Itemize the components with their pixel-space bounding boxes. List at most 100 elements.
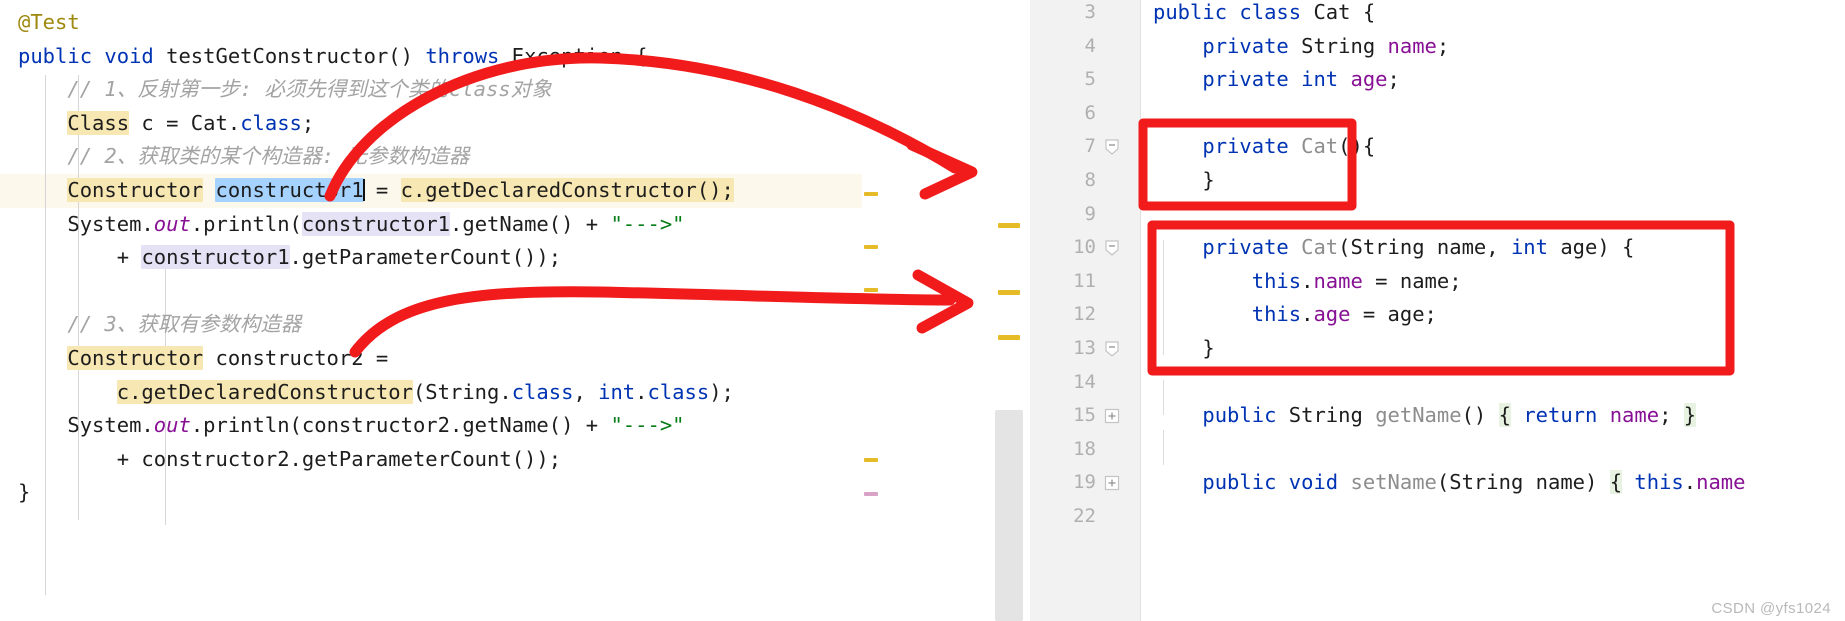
code-line[interactable] <box>1141 500 1202 534</box>
code-token: c.getDeclaredConstructor(); <box>400 178 734 202</box>
right-code-wrap[interactable]: public class Cat { private String name; … <box>1141 0 1845 621</box>
line-number[interactable]: 3 <box>1036 0 1096 30</box>
screenshot-root: @Test public void testGetConstructor() th… <box>0 0 1845 621</box>
code-token: void <box>104 43 154 68</box>
fold-collapse-icon[interactable] <box>1102 339 1122 359</box>
code-line[interactable]: } <box>1141 164 1214 198</box>
code-line[interactable]: System.out.println(constructor2.getName(… <box>0 409 685 443</box>
code-token: class <box>1239 0 1302 24</box>
gutter-change-marker[interactable] <box>864 192 878 196</box>
code-line[interactable]: Constructor constructor2 = <box>0 342 388 376</box>
code-line[interactable]: c.getDeclaredConstructor(String.class, i… <box>0 376 734 410</box>
code-token: getName <box>1375 403 1462 428</box>
right-line-number-gutter[interactable]: 3 4 5 6 7 8 9 10 11 12 13 14 15 18 19 22 <box>1030 0 1141 621</box>
gutter-change-marker[interactable] <box>998 335 1020 340</box>
vertical-scrollbar-thumb[interactable] <box>995 410 1023 621</box>
code-line[interactable]: Class c = Cat.class; <box>0 107 314 141</box>
code-token: testGetConstructor <box>166 43 389 68</box>
gutter-change-marker[interactable] <box>864 245 878 249</box>
code-line[interactable] <box>0 275 67 309</box>
code-line[interactable]: // 3、获取有参数构造器 <box>0 308 301 342</box>
code-token: . <box>635 379 648 404</box>
code-token: ; <box>301 110 315 135</box>
fold-expand-icon[interactable] <box>1102 406 1122 426</box>
code-line[interactable]: public void setName(String name) { this.… <box>1141 466 1745 500</box>
code-token: throws <box>425 43 500 68</box>
code-token: name <box>1313 268 1363 293</box>
gutter-change-marker[interactable] <box>864 492 878 496</box>
code-token: Constructor <box>67 178 204 202</box>
line-number[interactable]: 5 <box>1036 63 1096 97</box>
code-line[interactable]: System.out.println(constructor1.getName(… <box>0 208 685 242</box>
code-line[interactable] <box>1141 366 1202 400</box>
left-code-editor[interactable]: @Test public void testGetConstructor() th… <box>0 0 862 621</box>
fold-collapse-icon[interactable] <box>1102 238 1122 258</box>
code-line[interactable]: public void testGetConstructor() throws … <box>0 40 648 74</box>
code-token: "--->" <box>610 211 685 236</box>
line-number[interactable]: 22 <box>1036 500 1096 534</box>
code-token: { <box>1609 470 1623 495</box>
gutter-change-marker[interactable] <box>998 290 1020 295</box>
code-line[interactable] <box>1141 433 1202 467</box>
right-marker-strip[interactable] <box>880 0 1030 621</box>
line-number[interactable]: 10 <box>1036 231 1096 265</box>
code-line[interactable]: private Cat(String name, int age) { <box>1141 231 1634 265</box>
line-number[interactable]: 8 <box>1036 164 1096 198</box>
gutter-change-marker[interactable] <box>864 458 878 462</box>
gutter-change-marker[interactable] <box>864 288 878 292</box>
code-token: name <box>1436 235 1487 260</box>
code-line[interactable]: } <box>0 476 30 510</box>
right-code-editor[interactable]: 3 4 5 6 7 8 9 10 11 12 13 14 15 18 19 22 public class C… <box>880 0 1845 621</box>
code-line[interactable]: this.name = name; <box>1141 265 1462 299</box>
code-token: "--->" <box>610 413 685 438</box>
code-token: } <box>1202 336 1215 360</box>
code-token: () <box>1461 403 1499 428</box>
code-line[interactable]: public class Cat { <box>1141 0 1375 30</box>
line-number[interactable]: 9 <box>1036 198 1096 232</box>
code-token: = age; <box>1350 302 1437 327</box>
line-number[interactable]: 7 <box>1036 130 1096 164</box>
code-token: // 3、获取有参数构造器 <box>67 312 302 337</box>
fold-expand-icon[interactable] <box>1102 473 1122 493</box>
line-number[interactable]: 18 <box>1036 433 1096 467</box>
code-token: private <box>1202 33 1289 58</box>
code-line[interactable]: + constructor2.getParameterCount()); <box>0 443 561 477</box>
code-line[interactable] <box>1141 198 1202 232</box>
code-token: , <box>573 379 599 404</box>
line-number[interactable]: 14 <box>1036 366 1096 400</box>
line-number[interactable]: 19 <box>1036 466 1096 500</box>
line-number[interactable]: 12 <box>1036 298 1096 332</box>
code-line[interactable] <box>1141 97 1202 131</box>
line-number[interactable]: 13 <box>1036 332 1096 366</box>
code-token: (){ <box>1338 134 1376 159</box>
code-token: // 1、反射第一步: 必须先得到这个类的Class对象 <box>67 77 552 102</box>
code-line[interactable]: private Cat(){ <box>1141 130 1375 164</box>
line-number[interactable]: 15 <box>1036 399 1096 433</box>
code-token: Exception { <box>499 43 648 68</box>
line-number[interactable]: 6 <box>1036 97 1096 131</box>
code-line[interactable]: private String name; <box>1141 30 1449 64</box>
fold-collapse-icon[interactable] <box>1102 137 1122 157</box>
code-line[interactable]: // 2、获取类的某个构造器: 无参数构造器 <box>0 140 469 174</box>
code-line[interactable]: public String getName() { return name; } <box>1141 399 1697 433</box>
code-line[interactable]: private int age; <box>1141 63 1400 97</box>
line-number[interactable]: 4 <box>1036 30 1096 64</box>
line-number[interactable]: 11 <box>1036 265 1096 299</box>
code-line[interactable]: Constructor constructor1 = c.getDeclared… <box>0 174 734 208</box>
code-line[interactable]: // 1、反射第一步: 必须先得到这个类的Class对象 <box>0 73 552 107</box>
code-line[interactable]: } <box>1141 332 1215 366</box>
code-token: . <box>1683 470 1697 495</box>
code-line[interactable]: @Test <box>0 6 80 40</box>
code-line[interactable]: + constructor1.getParameterCount()); <box>0 241 561 275</box>
code-token: .println( <box>190 211 302 236</box>
gutter-change-marker[interactable] <box>998 223 1020 228</box>
code-line[interactable]: this.age = age; <box>1141 298 1437 332</box>
left-gutter-marker-strip[interactable] <box>862 0 880 621</box>
code-token: constructor1 <box>215 178 364 202</box>
